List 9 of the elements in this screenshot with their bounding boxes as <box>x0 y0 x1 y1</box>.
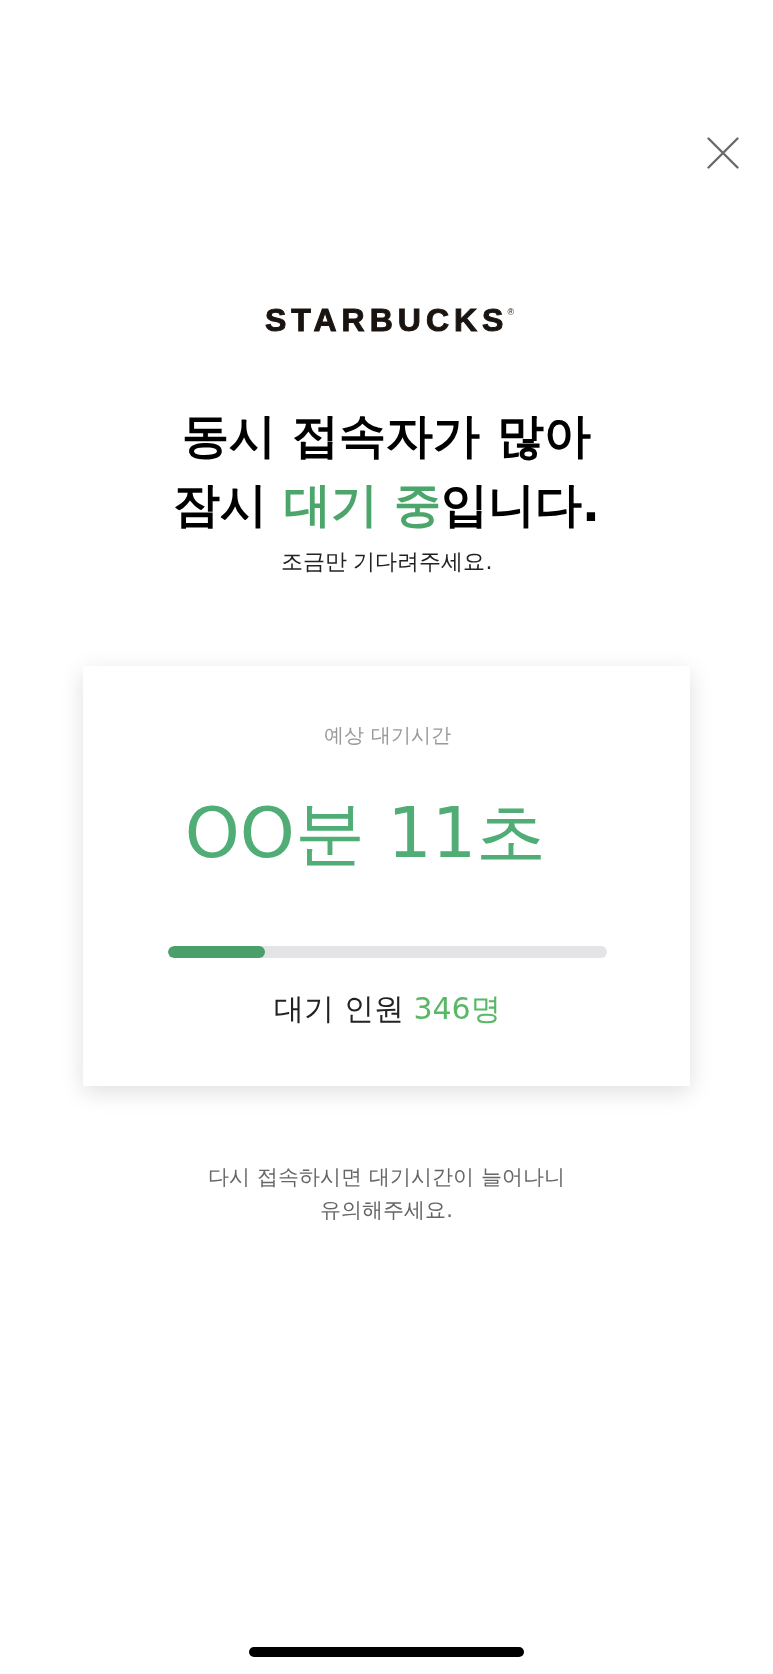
queue-count: 대기 인원 346명 <box>274 990 501 1028</box>
close-icon <box>707 137 739 169</box>
close-button[interactable] <box>707 137 739 169</box>
notice-text: 다시 접속하시면 대기시간이 늘어나니 유의해주세요. <box>208 1164 565 1224</box>
headline: 동시 접속자가 많아 잠시 대기 중입니다. <box>173 407 600 534</box>
subtitle: 조금만 기다려주세요. <box>280 548 493 576</box>
wait-time: OO분 11초 <box>184 791 548 875</box>
wait-time-label: 예상 대기시간 <box>324 722 451 749</box>
brand-logo: STARBUCKS$^{®}$ <box>263 301 515 336</box>
